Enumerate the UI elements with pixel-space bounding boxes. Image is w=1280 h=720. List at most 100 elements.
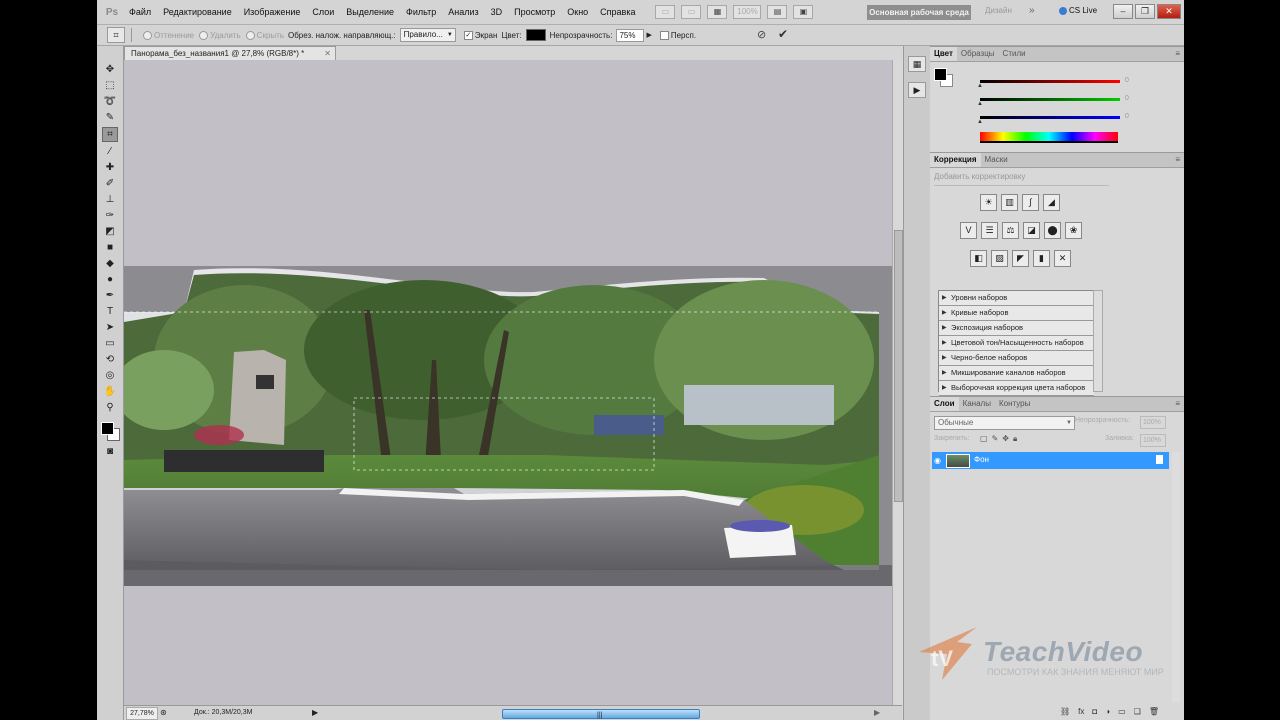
menu-image[interactable]: Изображение [238,7,307,17]
quick-select-tool-icon[interactable]: ✎ [103,111,117,124]
tab-channels[interactable]: Каналы [959,397,995,411]
lock-pixels-icon[interactable]: ✎ [992,434,999,444]
cs-live-button[interactable]: CS Live [1059,6,1097,15]
green-slider-knob-icon[interactable]: ▲ [977,101,983,107]
layers-panel-menu-icon[interactable]: ≡ [1175,397,1180,411]
tab-masks[interactable]: Маски [981,153,1012,167]
blue-slider-knob-icon[interactable]: ▲ [977,119,983,125]
green-slider[interactable]: ▲ [977,98,1120,107]
commit-crop-icon[interactable]: ✔ [778,27,788,41]
zoom-level-field[interactable]: 100% [733,5,762,19]
blend-mode-select[interactable]: Обычные [934,416,1075,430]
brush-tool-icon[interactable]: ✐ [103,177,117,190]
quick-mask-icon[interactable]: ◙ [103,445,117,458]
blur-tool-icon[interactable]: ◆ [103,257,117,270]
green-value[interactable]: 0 [1125,94,1143,104]
photo-filter-icon[interactable]: ⬤ [1044,222,1061,239]
minimize-icon[interactable]: – [1113,4,1133,19]
lock-position-icon[interactable]: ✥ [1002,434,1009,444]
channel-mixer-icon[interactable]: ❀ [1065,222,1082,239]
layer-style-icon[interactable]: fx [1078,707,1084,716]
blue-value[interactable]: 0 [1125,112,1143,122]
posterize-icon[interactable]: ▨ [991,250,1008,267]
menu-file[interactable]: Файл [123,7,157,17]
preset-channel-mixer[interactable]: Микширование каналов наборов [939,366,1094,381]
menu-select[interactable]: Выделение [340,7,400,17]
pen-tool-icon[interactable]: ✒ [103,289,117,302]
color-panel-menu-icon[interactable]: ≡ [1175,47,1180,61]
opacity-input[interactable]: 75% [616,28,645,42]
color-balance-icon[interactable]: ⚖ [1002,222,1019,239]
move-tool-icon[interactable]: ✥ [103,63,117,76]
shield-color-swatch[interactable] [525,29,546,41]
layers-scrollbar[interactable] [1172,452,1180,702]
color-swatches[interactable] [99,422,121,442]
clone-stamp-icon[interactable]: ⊥ [103,193,117,206]
presets-scrollbar[interactable] [1093,290,1103,392]
selective-color-icon[interactable]: ✕ [1054,250,1071,267]
levels-icon[interactable]: ▥ [1001,194,1018,211]
gradient-tool-icon[interactable]: ■ [103,241,117,254]
hide-radio[interactable] [245,30,255,40]
zoom-level-input[interactable]: 27,78% [126,707,158,720]
lock-all-icon[interactable]: 🔒︎ [1013,434,1017,444]
lasso-tool-icon[interactable]: ➰ [103,95,117,108]
horizontal-scroll-thumb[interactable]: ||| [502,709,700,719]
new-layer-icon[interactable]: ❏ [1134,707,1141,716]
shape-tool-icon[interactable]: ▭ [103,337,117,350]
workspace-more-icon[interactable]: » [1029,5,1035,16]
screen-checkbox[interactable]: ✓ [463,30,473,40]
menu-window[interactable]: Окно [561,7,594,17]
eyedropper-tool-icon[interactable]: ⁄ [103,145,117,158]
status-menu-arrow-icon[interactable]: ▶ [312,706,318,720]
add-mask-icon[interactable]: ◘ [1092,707,1097,716]
crop-tool-icon[interactable]: ⌗ [102,127,118,142]
tab-color[interactable]: Цвет [930,47,957,61]
preset-exposure[interactable]: Экспозиция наборов [939,321,1094,336]
foreground-color-swatch[interactable] [101,422,114,435]
hue-saturation-icon[interactable]: ☰ [981,222,998,239]
document-close-icon[interactable]: ✕ [324,47,331,61]
vertical-scroll-thumb[interactable] [894,230,903,502]
black-white-icon[interactable]: ◪ [1023,222,1040,239]
delete-layer-icon[interactable]: 🗑︎ [1149,707,1159,716]
workspace-essentials-button[interactable]: Основная рабочая среда [867,5,971,20]
brightness-contrast-icon[interactable]: ☀ [980,194,997,211]
color-panel-foreground[interactable] [934,68,947,81]
menu-edit[interactable]: Редактирование [157,7,238,17]
menu-analysis[interactable]: Анализ [442,7,484,17]
document-tab[interactable]: Панорама_без_названия1 @ 27,8% (RGB/8*) … [124,46,336,61]
new-group-icon[interactable]: ▭ [1118,707,1126,716]
screen-mode-icon[interactable]: ▣ [793,5,814,19]
menu-view[interactable]: Просмотр [508,7,561,17]
marquee-tool-icon[interactable]: ⬚ [103,79,117,92]
layer-opacity-input[interactable]: 100% [1140,416,1166,429]
tab-swatches[interactable]: Образцы [957,47,999,61]
red-value[interactable]: 0 [1125,76,1143,86]
preset-curves[interactable]: Кривые наборов [939,306,1094,321]
menu-filter[interactable]: Фильтр [400,7,442,17]
tab-adjustments[interactable]: Коррекция [930,153,981,167]
vibrance-icon[interactable]: V [960,222,977,239]
new-adjustment-icon[interactable]: ◑ [1105,707,1110,716]
launch-bridge-icon[interactable]: ▭ [655,5,676,19]
curves-icon[interactable]: ∫ [1022,194,1039,211]
shield-radio[interactable] [143,30,152,40]
adjustments-panel-menu-icon[interactable]: ≡ [1175,153,1180,167]
type-tool-icon[interactable]: T [103,305,117,318]
document-canvas[interactable] [124,60,892,705]
gradient-map-icon[interactable]: ▮ [1033,250,1050,267]
tab-layers[interactable]: Слои [930,397,959,411]
history-panel-icon[interactable]: ▦ [908,56,926,72]
overlay-select[interactable]: Правило... [399,28,456,42]
path-select-icon[interactable]: ➤ [103,321,117,334]
link-layers-icon[interactable]: ⛓ [1060,707,1070,716]
crop-tool-preset-icon[interactable]: ⌗ [107,27,125,43]
dodge-tool-icon[interactable]: ● [103,273,117,286]
menu-help[interactable]: Справка [594,7,641,17]
scroll-right-arrow-icon[interactable]: ▶ [874,706,880,720]
invert-icon[interactable]: ◧ [970,250,987,267]
cancel-crop-icon[interactable]: ⊘ [757,28,766,41]
zoom-tool-icon[interactable]: ⚲ [103,401,117,414]
preset-selective-color[interactable]: Выборочная коррекция цвета наборов [939,381,1094,396]
